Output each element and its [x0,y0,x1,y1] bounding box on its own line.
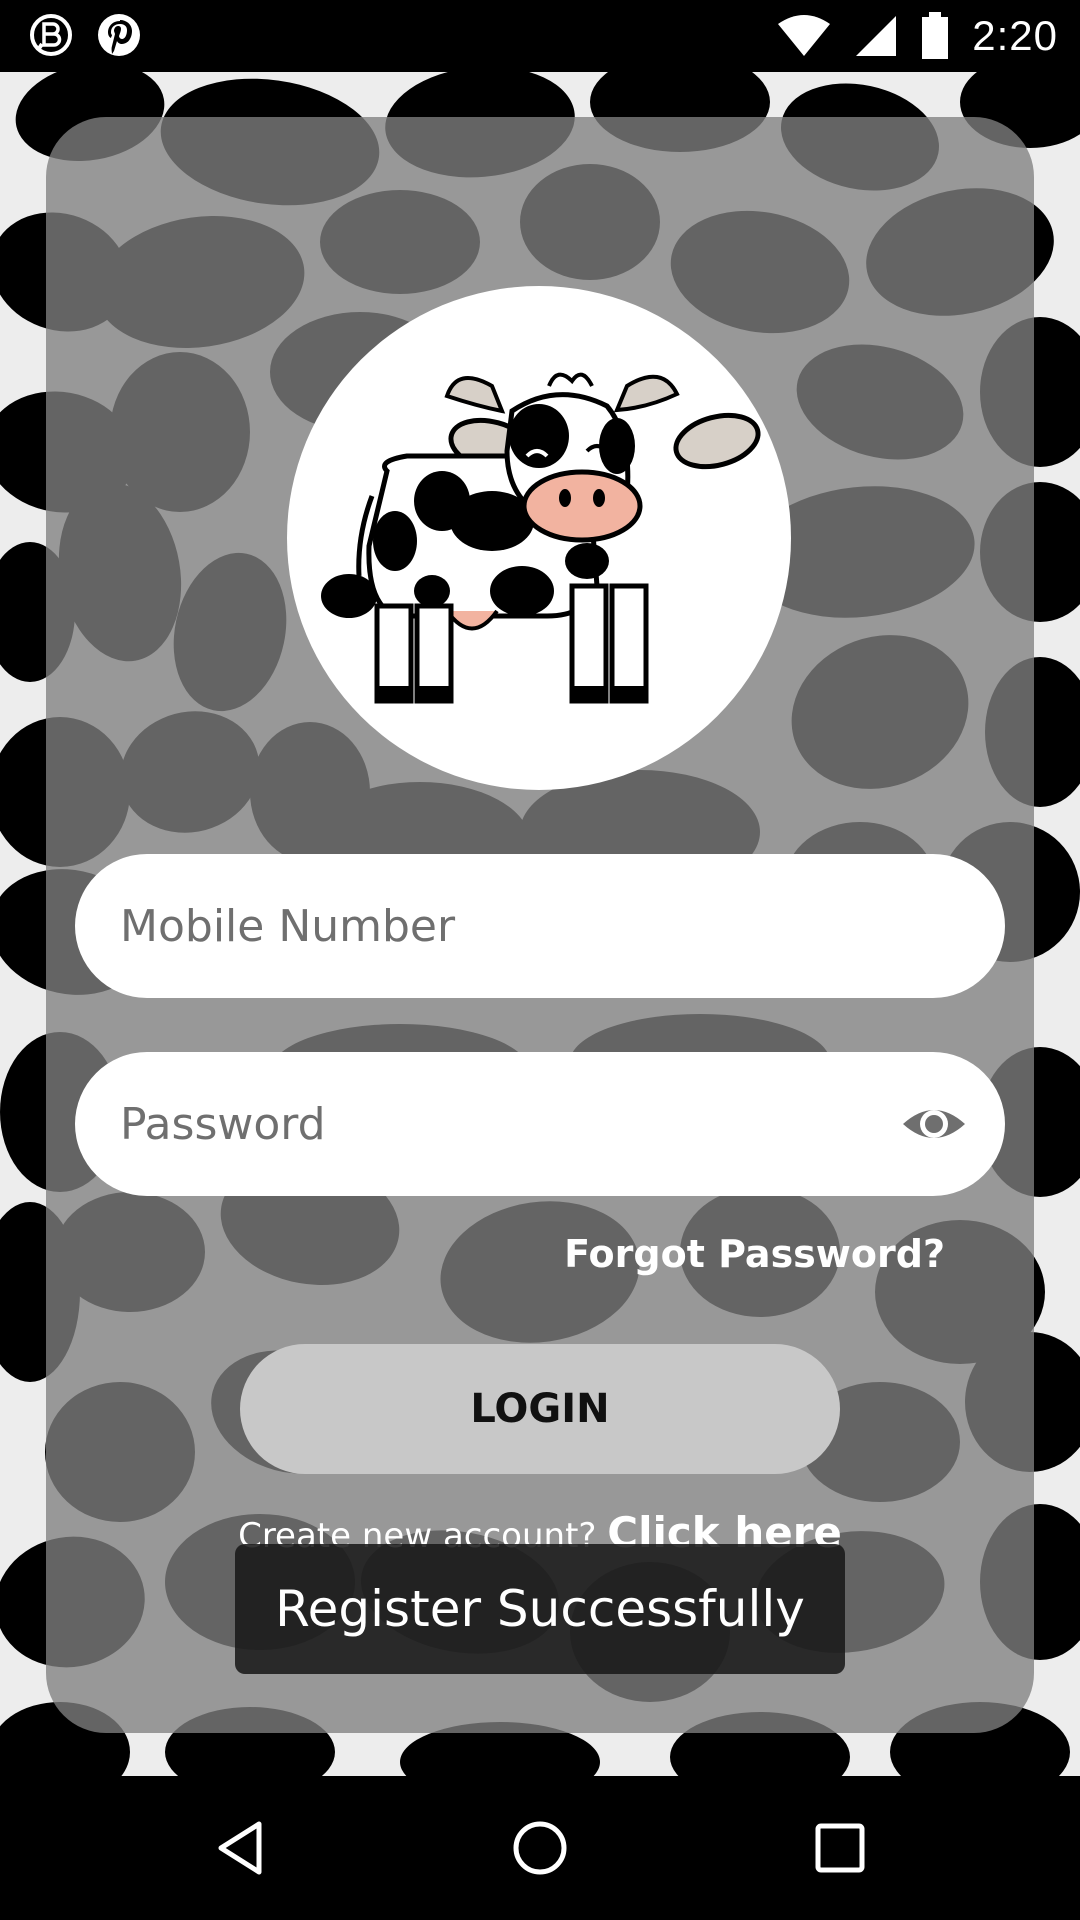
pinterest-icon [98,14,140,56]
login-button[interactable]: LOGIN [240,1344,840,1474]
signal-icon [856,16,897,56]
b-badge-icon [30,14,72,56]
forgot-password-link[interactable]: Forgot Password? [560,1232,945,1276]
mobile-number-input[interactable] [118,899,882,953]
mobile-number-field[interactable] [75,854,1005,998]
battery-icon [922,12,949,59]
back-icon[interactable] [211,1818,271,1878]
login-screen: Forgot Password? LOGIN Create new accoun… [0,72,1080,1776]
wifi-icon [778,15,831,56]
password-input[interactable] [118,1097,882,1151]
recents-icon[interactable] [810,1818,870,1878]
password-field[interactable] [75,1052,1005,1196]
home-icon[interactable] [510,1818,570,1878]
cow-logo [287,286,791,790]
toast-message: Register Successfully [235,1544,845,1674]
navigation-bar [0,1776,1080,1920]
status-bar: 2:20 [0,0,1080,72]
eye-icon[interactable] [901,1094,967,1154]
clock: 2:20 [972,12,1058,59]
